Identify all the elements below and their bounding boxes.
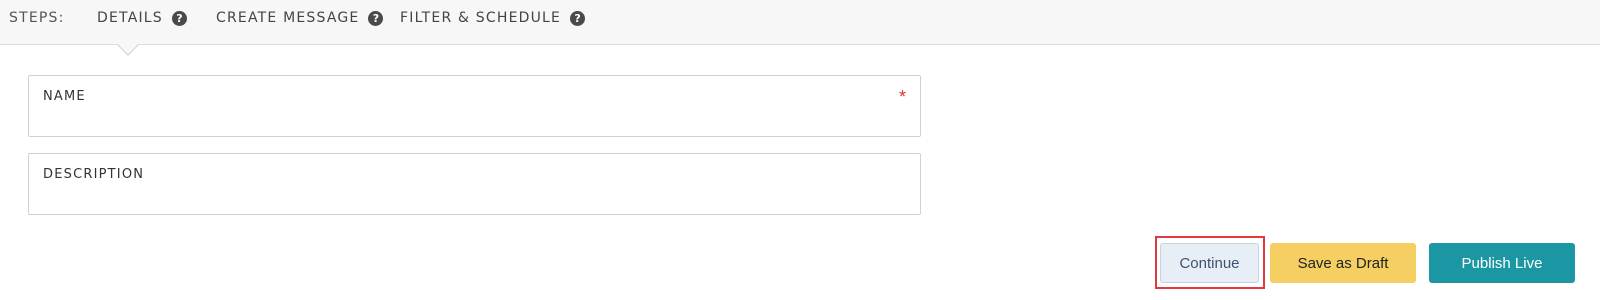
- required-asterisk: *: [898, 87, 906, 107]
- save-as-draft-button[interactable]: Save as Draft: [1270, 243, 1416, 283]
- question-circle-icon[interactable]: ?: [570, 10, 586, 26]
- publish-live-button[interactable]: Publish Live: [1429, 243, 1575, 283]
- question-circle-icon[interactable]: ?: [171, 10, 187, 26]
- step-label: CREATE MESSAGE: [216, 10, 360, 26]
- steps-bar: STEPS: DETAILS ? CREATE MESSAGE ? FILTER…: [0, 0, 1600, 45]
- step-label: DETAILS: [97, 10, 163, 26]
- continue-button[interactable]: Continue: [1160, 243, 1259, 283]
- name-field[interactable]: NAME *: [28, 75, 921, 137]
- description-field[interactable]: DESCRIPTION: [28, 153, 921, 215]
- step-create-message[interactable]: CREATE MESSAGE ?: [216, 10, 384, 26]
- name-field-label: NAME: [43, 89, 86, 104]
- active-step-caret-inner: [117, 43, 139, 54]
- step-filter-schedule[interactable]: FILTER & SCHEDULE ?: [400, 10, 586, 26]
- step-label: FILTER & SCHEDULE: [400, 10, 562, 26]
- step-details[interactable]: DETAILS ?: [97, 10, 187, 26]
- description-field-label: DESCRIPTION: [43, 167, 145, 182]
- question-circle-icon[interactable]: ?: [368, 10, 384, 26]
- steps-label: STEPS:: [9, 10, 65, 26]
